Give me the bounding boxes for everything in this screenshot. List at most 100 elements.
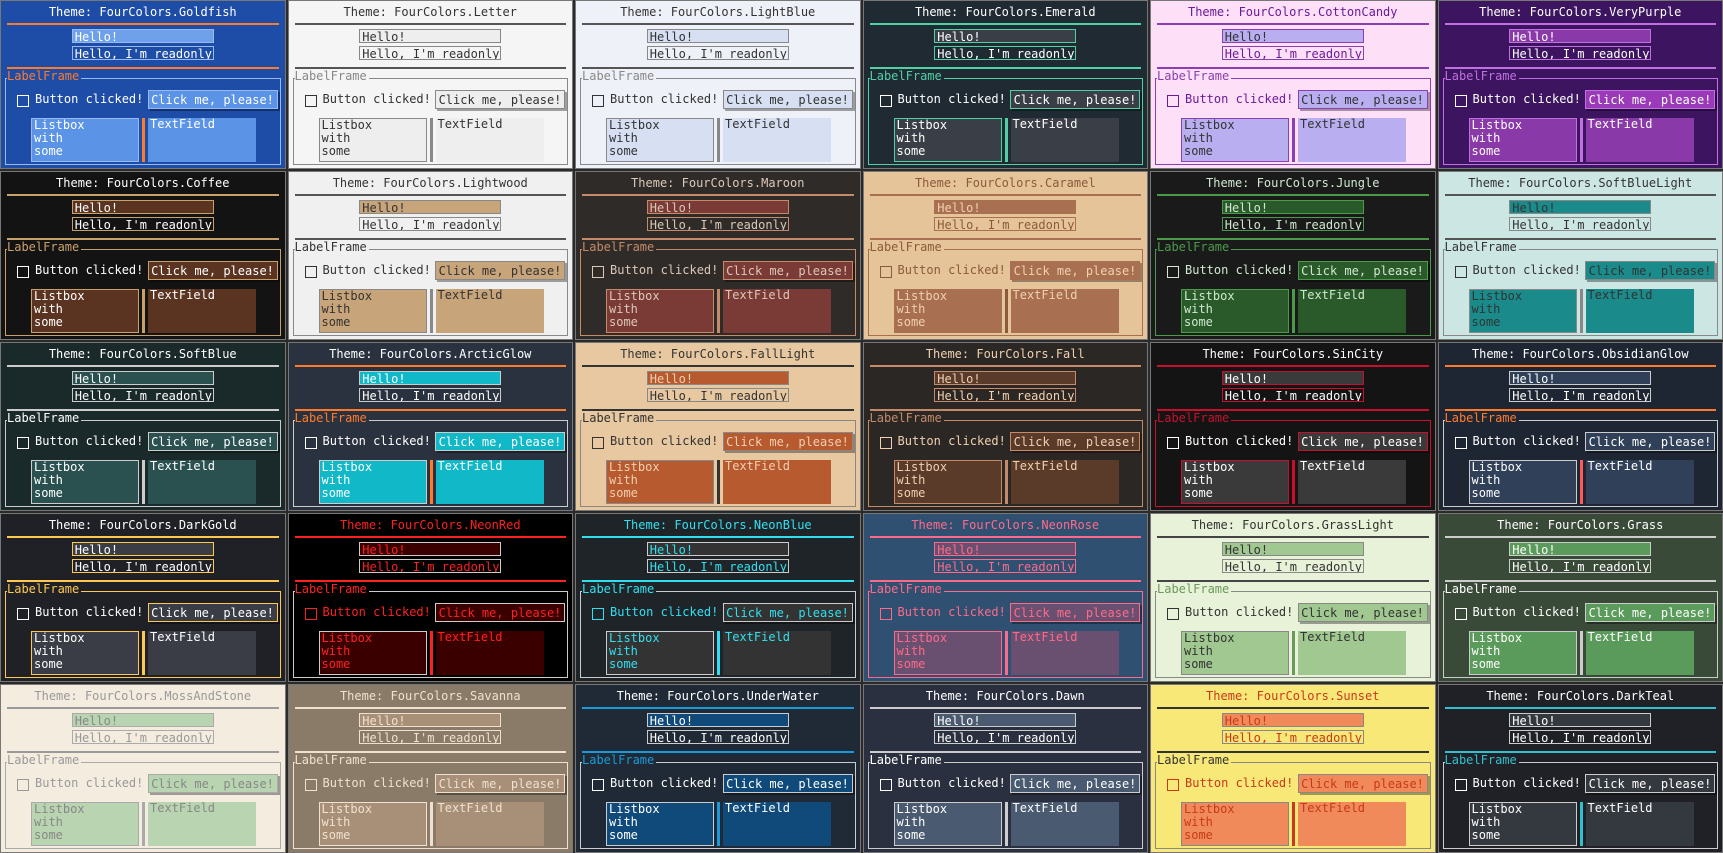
hello-field[interactable]: Hello! xyxy=(359,371,502,385)
listbox[interactable]: Listbox with some xyxy=(893,631,1002,675)
text-field[interactable]: TextField xyxy=(148,802,256,846)
splitter[interactable] xyxy=(429,802,433,846)
checkbox-label[interactable]: Button clicked! xyxy=(35,776,143,790)
splitter[interactable] xyxy=(1004,289,1008,333)
checkbox[interactable] xyxy=(879,437,892,449)
listbox[interactable]: Listbox with some xyxy=(606,460,714,504)
listbox[interactable]: Listbox with some xyxy=(318,631,427,675)
splitter[interactable] xyxy=(717,802,720,846)
click-me-button[interactable]: Click me, please! xyxy=(722,603,853,622)
hello-field[interactable]: Hello! xyxy=(1509,200,1652,214)
checkbox-label[interactable]: Button clicked! xyxy=(1473,263,1581,277)
listbox[interactable]: Listbox with some xyxy=(1181,289,1289,333)
click-me-button[interactable]: Click me, please! xyxy=(1585,774,1715,793)
list-item[interactable]: some xyxy=(34,829,138,842)
checkbox[interactable] xyxy=(17,266,29,278)
list-item[interactable]: some xyxy=(322,487,426,500)
hello-field[interactable]: Hello! xyxy=(71,371,214,385)
hello-field[interactable]: Hello! xyxy=(646,371,789,385)
list-item[interactable]: some xyxy=(34,145,138,158)
list-item[interactable]: some xyxy=(897,487,1001,500)
splitter[interactable] xyxy=(1292,802,1295,846)
checkbox-label[interactable]: Button clicked! xyxy=(35,605,143,619)
hello-field[interactable]: Hello! xyxy=(359,542,502,556)
splitter[interactable] xyxy=(142,289,145,333)
list-item[interactable]: some xyxy=(1184,658,1288,671)
listbox[interactable]: Listbox with some xyxy=(318,118,427,162)
click-me-button[interactable]: Click me, please! xyxy=(1585,432,1715,451)
splitter[interactable] xyxy=(1004,118,1008,162)
click-me-button[interactable]: Click me, please! xyxy=(435,432,565,451)
checkbox[interactable] xyxy=(17,779,29,791)
checkbox[interactable] xyxy=(304,608,317,620)
hello-field[interactable]: Hello! xyxy=(646,713,789,727)
splitter[interactable] xyxy=(1004,802,1008,846)
text-field[interactable]: TextField xyxy=(148,118,256,162)
checkbox[interactable] xyxy=(304,266,317,278)
splitter[interactable] xyxy=(1579,118,1583,162)
checkbox-label[interactable]: Button clicked! xyxy=(323,605,431,619)
splitter[interactable] xyxy=(1292,631,1295,675)
list-item[interactable]: some xyxy=(34,658,138,671)
listbox[interactable]: Listbox with some xyxy=(1468,118,1577,162)
listbox[interactable]: Listbox with some xyxy=(1181,631,1289,675)
click-me-button[interactable]: Click me, please! xyxy=(722,90,853,109)
text-field[interactable]: TextField xyxy=(1298,802,1406,846)
list-item[interactable]: some xyxy=(1472,487,1576,500)
click-me-button[interactable]: Click me, please! xyxy=(147,774,278,793)
listbox[interactable]: Listbox with some xyxy=(1181,460,1289,504)
click-me-button[interactable]: Click me, please! xyxy=(435,90,565,109)
list-item[interactable]: some xyxy=(34,487,138,500)
checkbox-label[interactable]: Button clicked! xyxy=(898,776,1006,790)
click-me-button[interactable]: Click me, please! xyxy=(147,432,278,451)
text-field[interactable]: TextField xyxy=(723,289,831,333)
list-item[interactable]: some xyxy=(322,316,426,329)
checkbox[interactable] xyxy=(1454,779,1467,791)
hello-field[interactable]: Hello! xyxy=(1221,200,1364,214)
checkbox-label[interactable]: Button clicked! xyxy=(323,92,431,106)
hello-field[interactable]: Hello! xyxy=(646,200,789,214)
click-me-button[interactable]: Click me, please! xyxy=(1297,261,1428,280)
splitter[interactable] xyxy=(429,460,433,504)
listbox[interactable]: Listbox with some xyxy=(31,289,139,333)
listbox[interactable]: Listbox with some xyxy=(1181,118,1289,162)
text-field[interactable]: TextField xyxy=(1010,118,1119,162)
checkbox-label[interactable]: Button clicked! xyxy=(610,263,718,277)
checkbox-label[interactable]: Button clicked! xyxy=(323,263,431,277)
list-item[interactable]: some xyxy=(609,829,713,842)
hello-field[interactable]: Hello! xyxy=(1509,371,1652,385)
splitter[interactable] xyxy=(429,289,433,333)
checkbox-label[interactable]: Button clicked! xyxy=(610,92,718,106)
text-field[interactable]: TextField xyxy=(1010,802,1119,846)
checkbox[interactable] xyxy=(879,266,892,278)
hello-field[interactable]: Hello! xyxy=(1509,713,1652,727)
text-field[interactable]: TextField xyxy=(148,289,256,333)
checkbox-label[interactable]: Button clicked! xyxy=(1185,434,1293,448)
checkbox-label[interactable]: Button clicked! xyxy=(35,263,143,277)
click-me-button[interactable]: Click me, please! xyxy=(1585,90,1715,109)
checkbox[interactable] xyxy=(17,437,29,449)
text-field[interactable]: TextField xyxy=(1585,631,1694,675)
checkbox[interactable] xyxy=(1454,95,1467,107)
hello-field[interactable]: Hello! xyxy=(934,371,1077,385)
checkbox-label[interactable]: Button clicked! xyxy=(610,776,718,790)
text-field[interactable]: TextField xyxy=(1010,631,1119,675)
checkbox[interactable] xyxy=(17,608,29,620)
hello-field[interactable]: Hello! xyxy=(71,29,214,43)
listbox[interactable]: Listbox with some xyxy=(606,802,714,846)
list-item[interactable]: some xyxy=(897,145,1001,158)
hello-field[interactable]: Hello! xyxy=(1221,29,1364,43)
hello-field[interactable]: Hello! xyxy=(1221,713,1364,727)
checkbox-label[interactable]: Button clicked! xyxy=(898,92,1006,106)
list-item[interactable]: some xyxy=(1472,316,1576,329)
listbox[interactable]: Listbox with some xyxy=(1468,802,1577,846)
listbox[interactable]: Listbox with some xyxy=(31,460,139,504)
hello-field[interactable]: Hello! xyxy=(646,542,789,556)
click-me-button[interactable]: Click me, please! xyxy=(1585,603,1715,622)
listbox[interactable]: Listbox with some xyxy=(31,802,139,846)
splitter[interactable] xyxy=(1292,289,1295,333)
hello-field[interactable]: Hello! xyxy=(71,713,214,727)
hello-field[interactable]: Hello! xyxy=(359,29,502,43)
splitter[interactable] xyxy=(1579,289,1583,333)
text-field[interactable]: TextField xyxy=(723,631,831,675)
